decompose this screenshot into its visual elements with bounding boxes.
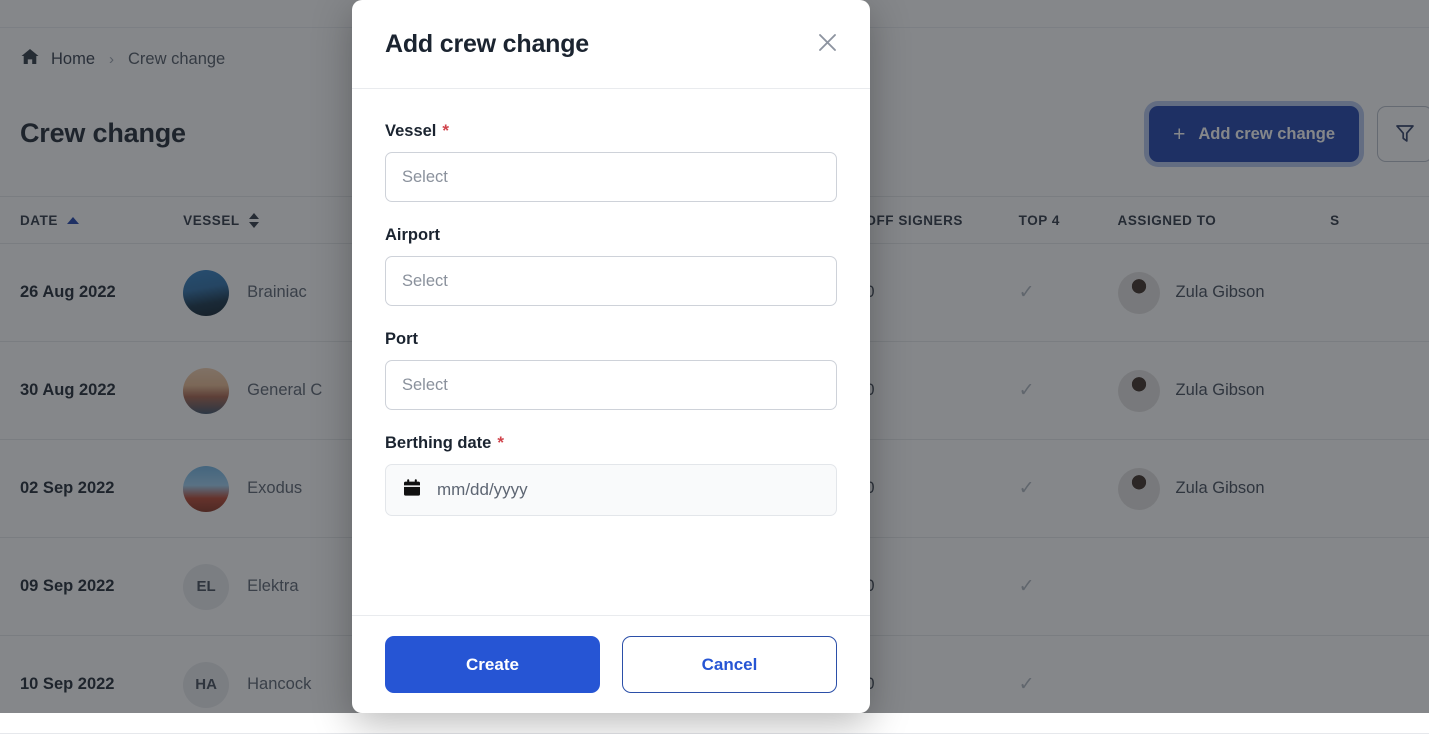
- form-field: Port Select: [385, 330, 837, 410]
- field-label: Vessel *: [385, 122, 837, 141]
- select-input[interactable]: Select: [385, 360, 837, 410]
- required-marker: *: [442, 122, 449, 139]
- select-placeholder: Select: [402, 272, 448, 291]
- cancel-button[interactable]: Cancel: [622, 636, 837, 693]
- dialog-footer: Create Cancel: [352, 615, 870, 713]
- calendar-icon: [402, 478, 422, 503]
- select-input[interactable]: Select: [385, 256, 837, 306]
- field-label: Berthing date *: [385, 434, 837, 453]
- field-label-text: Vessel: [385, 122, 436, 141]
- select-input[interactable]: Select: [385, 152, 837, 202]
- close-button[interactable]: [810, 27, 844, 61]
- create-button[interactable]: Create: [385, 636, 600, 693]
- add-crew-change-dialog: Add crew change Vessel * Select Airport Sele…: [352, 0, 870, 713]
- dialog-title: Add crew change: [385, 30, 589, 59]
- select-placeholder: Select: [402, 168, 448, 187]
- required-marker: *: [497, 434, 504, 451]
- form-field: Berthing date * mm/dd/yyyy: [385, 434, 837, 516]
- form-field: Vessel * Select: [385, 122, 837, 202]
- field-label: Port: [385, 330, 837, 349]
- form-field: Airport Select: [385, 226, 837, 306]
- field-label-text: Berthing date: [385, 434, 491, 453]
- dialog-header: Add crew change: [352, 0, 870, 89]
- berthing-date-input[interactable]: mm/dd/yyyy: [385, 464, 837, 516]
- field-label-text: Airport: [385, 226, 440, 245]
- dialog-body: Vessel * Select Airport Select Port Select Bert…: [352, 89, 870, 615]
- select-placeholder: Select: [402, 376, 448, 395]
- date-placeholder: mm/dd/yyyy: [437, 480, 528, 500]
- field-label-text: Port: [385, 330, 418, 349]
- close-icon: [818, 33, 837, 55]
- field-label: Airport: [385, 226, 837, 245]
